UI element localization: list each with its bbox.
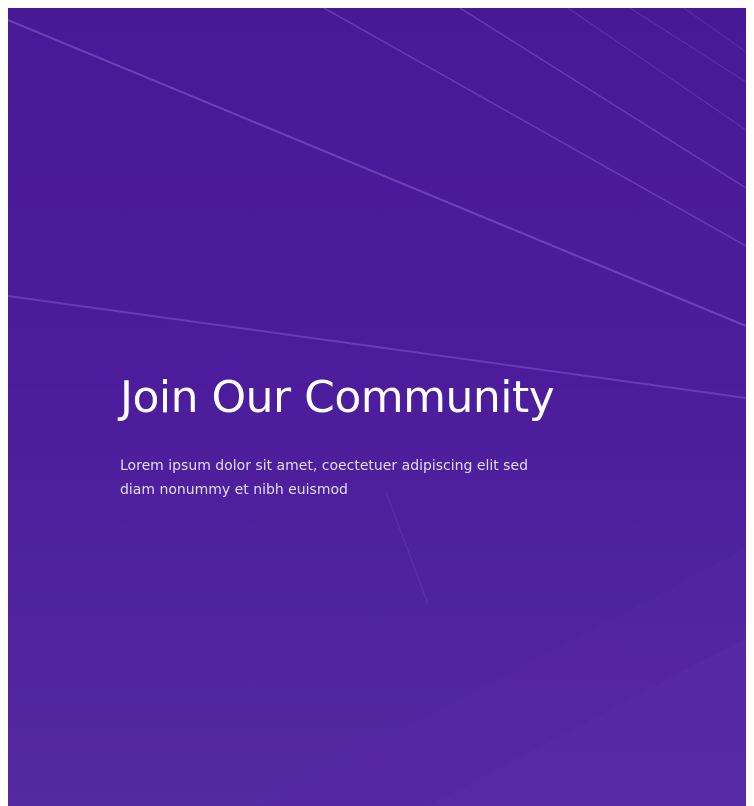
community-hero: Join Our Community Lorem ipsum dolor sit… [8,8,746,806]
page-frame: Join Our Community Lorem ipsum dolor sit… [0,0,754,806]
hero-subtitle: Lorem ipsum dolor sit amet, coectetuer a… [120,458,528,498]
hero-title: Join Our Community [120,372,555,423]
hero-content: Join Our Community Lorem ipsum dolor sit… [120,368,680,502]
